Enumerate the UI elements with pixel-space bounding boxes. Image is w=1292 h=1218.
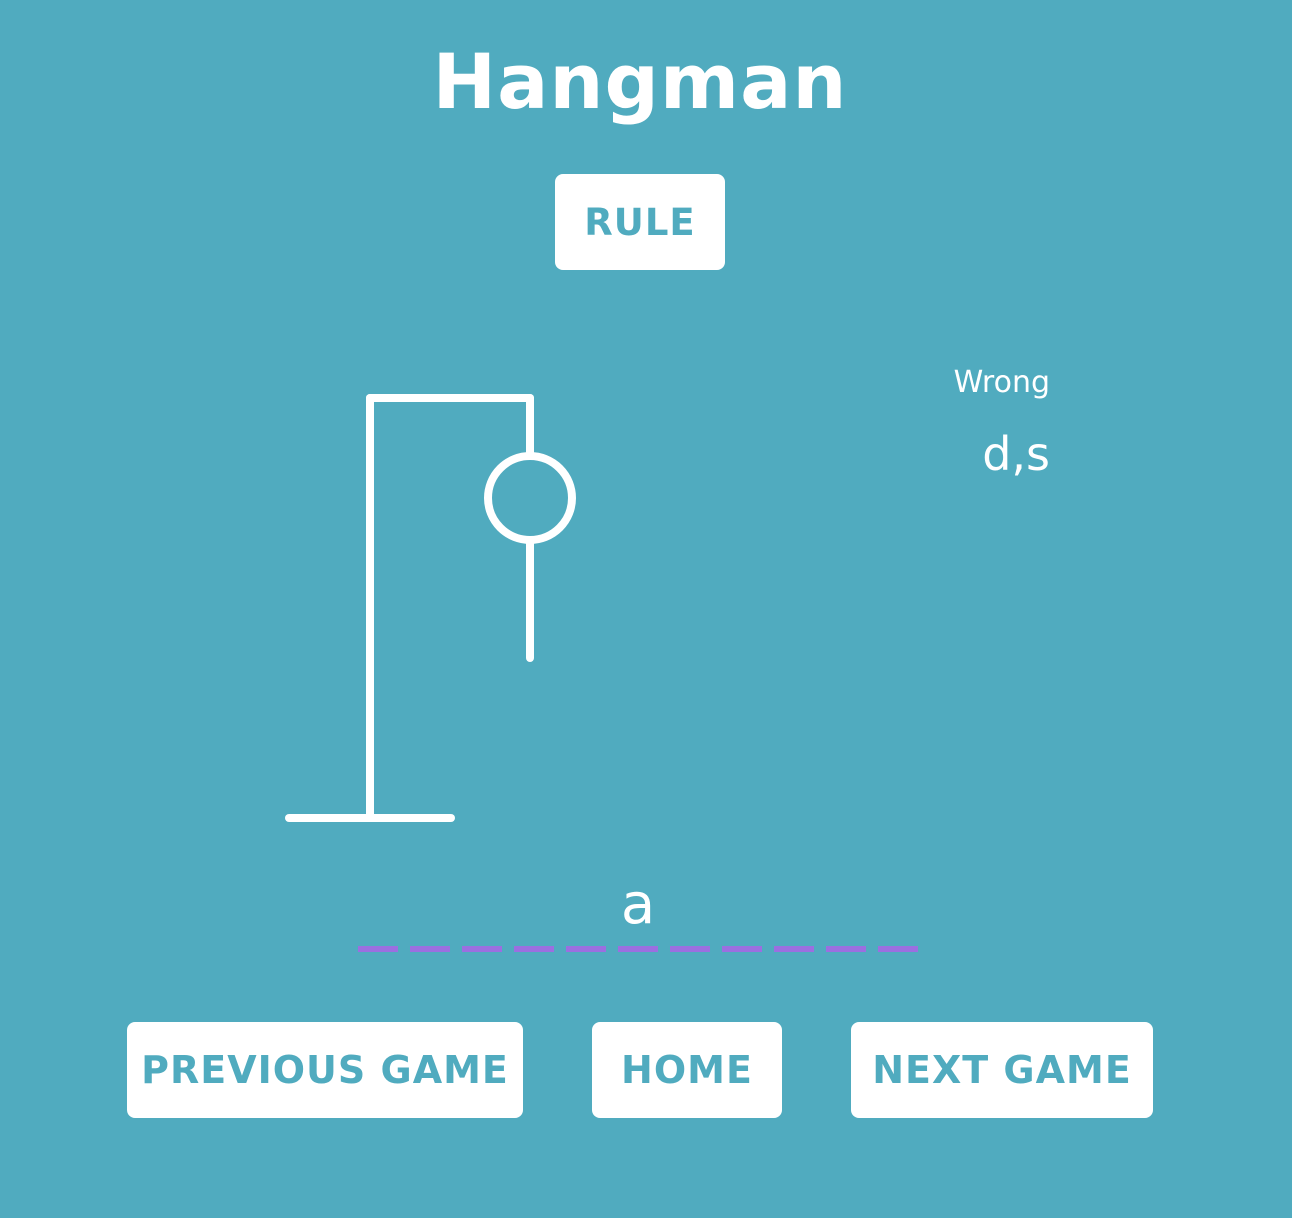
letter-slot: a (618, 870, 658, 954)
slot-letter: a (620, 872, 656, 937)
slot-dash (514, 946, 554, 952)
slot-dash (358, 946, 398, 952)
home-button[interactable]: HOME (592, 1022, 782, 1118)
letter-slot (462, 870, 502, 954)
letter-slot (826, 870, 866, 954)
letter-slot (774, 870, 814, 954)
letter-slot (722, 870, 762, 954)
wrong-letters: d,s (982, 427, 1050, 481)
slot-dash (618, 946, 658, 952)
letter-slot (878, 870, 918, 954)
slot-dash (410, 946, 450, 952)
hangman-head (484, 452, 576, 544)
letter-slot (566, 870, 606, 954)
slot-dash (670, 946, 710, 952)
slot-dash (566, 946, 606, 952)
slot-dash (722, 946, 762, 952)
letter-slot (410, 870, 450, 954)
letter-slot (514, 870, 554, 954)
slot-dash (878, 946, 918, 952)
letter-slot (670, 870, 710, 954)
previous-game-button[interactable]: PREVIOUS GAME (127, 1022, 523, 1118)
slot-dash (774, 946, 814, 952)
letter-slot (358, 870, 398, 954)
slot-dash (826, 946, 866, 952)
word-slots: a (358, 870, 930, 954)
next-game-button[interactable]: NEXT GAME (851, 1022, 1153, 1118)
wrong-label: Wrong (953, 365, 1050, 400)
slot-dash (462, 946, 502, 952)
